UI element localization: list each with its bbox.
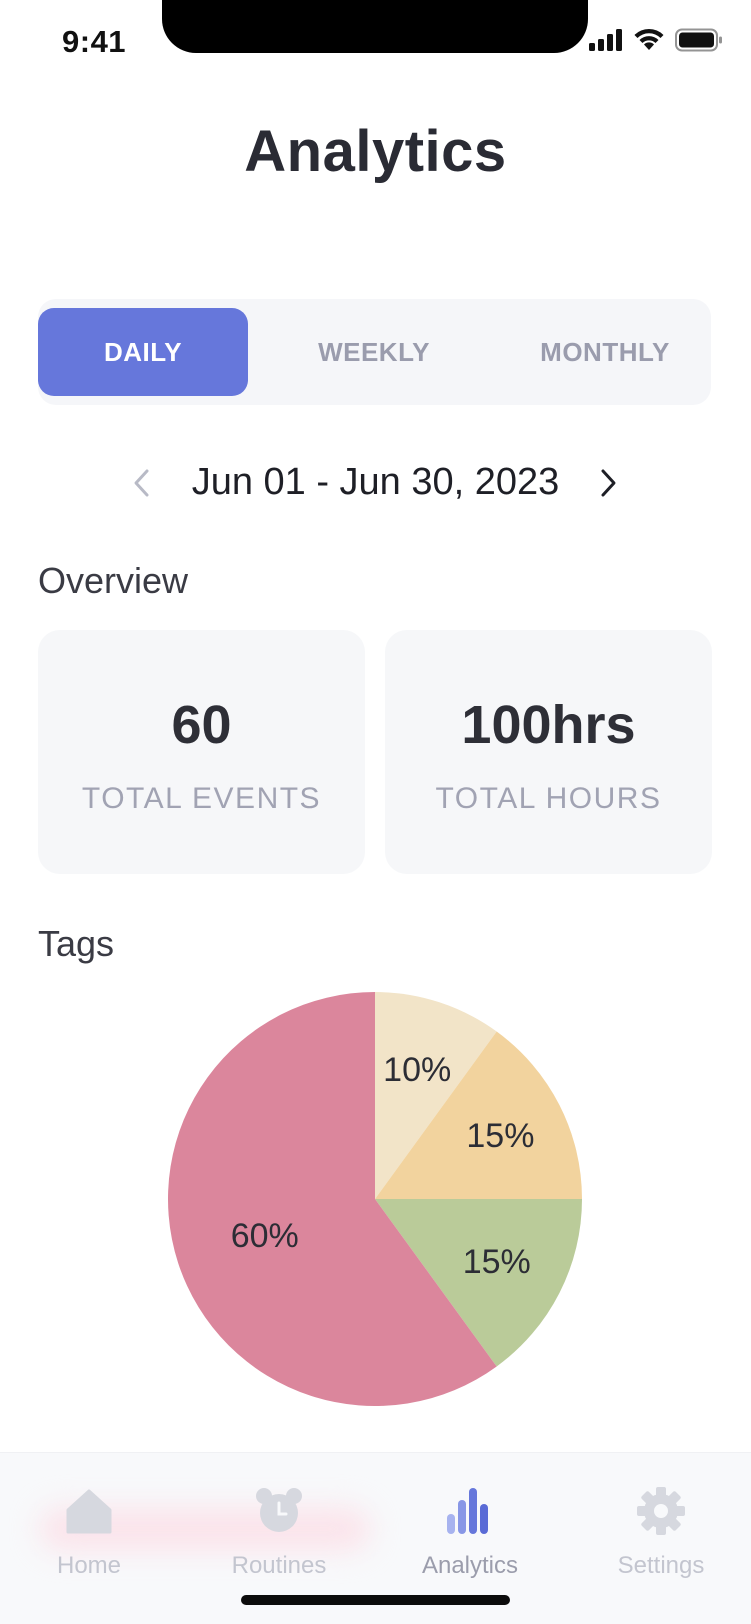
tab-bar-item-analytics[interactable]: Analytics: [375, 1482, 565, 1582]
tab-bar-item-routines[interactable]: Routines: [184, 1482, 374, 1582]
total-hours-value: 100hrs: [461, 695, 636, 755]
overview-heading: Overview: [38, 560, 189, 601]
tags-pie-svg: 10% 15% 15% 60%: [167, 992, 582, 1406]
chevron-left-icon[interactable]: [126, 463, 160, 503]
tab-daily[interactable]: DAILY: [38, 308, 248, 396]
alarm-clock-icon: [254, 1486, 304, 1536]
period-segmented-control: DAILY WEEKLY MONTHLY: [38, 299, 711, 405]
home-icon: [64, 1486, 114, 1536]
pie-slice-label: 15%: [463, 1243, 531, 1281]
tab-bar-label-routines: Routines: [231, 1552, 327, 1579]
pie-slice-label: 10%: [383, 1051, 451, 1089]
chevron-right-icon[interactable]: [591, 463, 625, 503]
date-range-selector: Jun 01 - Jun 30, 2023: [0, 455, 751, 511]
tab-bar-item-home[interactable]: Home: [0, 1482, 184, 1582]
gear-icon: [636, 1486, 686, 1536]
tab-bar-label-analytics: Analytics: [421, 1552, 519, 1579]
tab-bar-item-settings[interactable]: Settings: [566, 1482, 751, 1582]
pie-slice-label: 60%: [231, 1217, 299, 1255]
wifi-icon: [633, 28, 665, 57]
pie-slice-label: 15%: [466, 1117, 534, 1155]
status-icons: [589, 28, 723, 57]
tab-bar-label-home: Home: [56, 1552, 122, 1579]
cellular-signal-icon: [589, 29, 623, 56]
page-title: Analytics: [244, 119, 507, 184]
battery-icon: [675, 28, 723, 57]
tab-monthly[interactable]: MONTHLY: [500, 308, 710, 396]
status-bar: 9:41: [0, 0, 751, 90]
total-hours-label: TOTAL HOURS: [435, 782, 662, 815]
total-events-card: 60 TOTAL EVENTS: [38, 630, 365, 874]
tab-weekly[interactable]: WEEKLY: [269, 308, 479, 396]
notch: [162, 0, 588, 53]
tab-bar-label-settings: Settings: [617, 1552, 705, 1579]
status-time: 9:41: [62, 24, 127, 59]
bar-chart-icon: [445, 1486, 495, 1536]
total-events-value: 60: [171, 695, 232, 755]
tags-heading: Tags: [38, 923, 115, 964]
total-events-label: TOTAL EVENTS: [81, 782, 322, 815]
date-range-label: Jun 01 - Jun 30, 2023: [191, 461, 560, 503]
tags-pie-chart: 10% 15% 15% 60%: [167, 992, 582, 1406]
total-hours-card: 100hrs TOTAL HOURS: [385, 630, 712, 874]
home-indicator: [241, 1595, 510, 1605]
